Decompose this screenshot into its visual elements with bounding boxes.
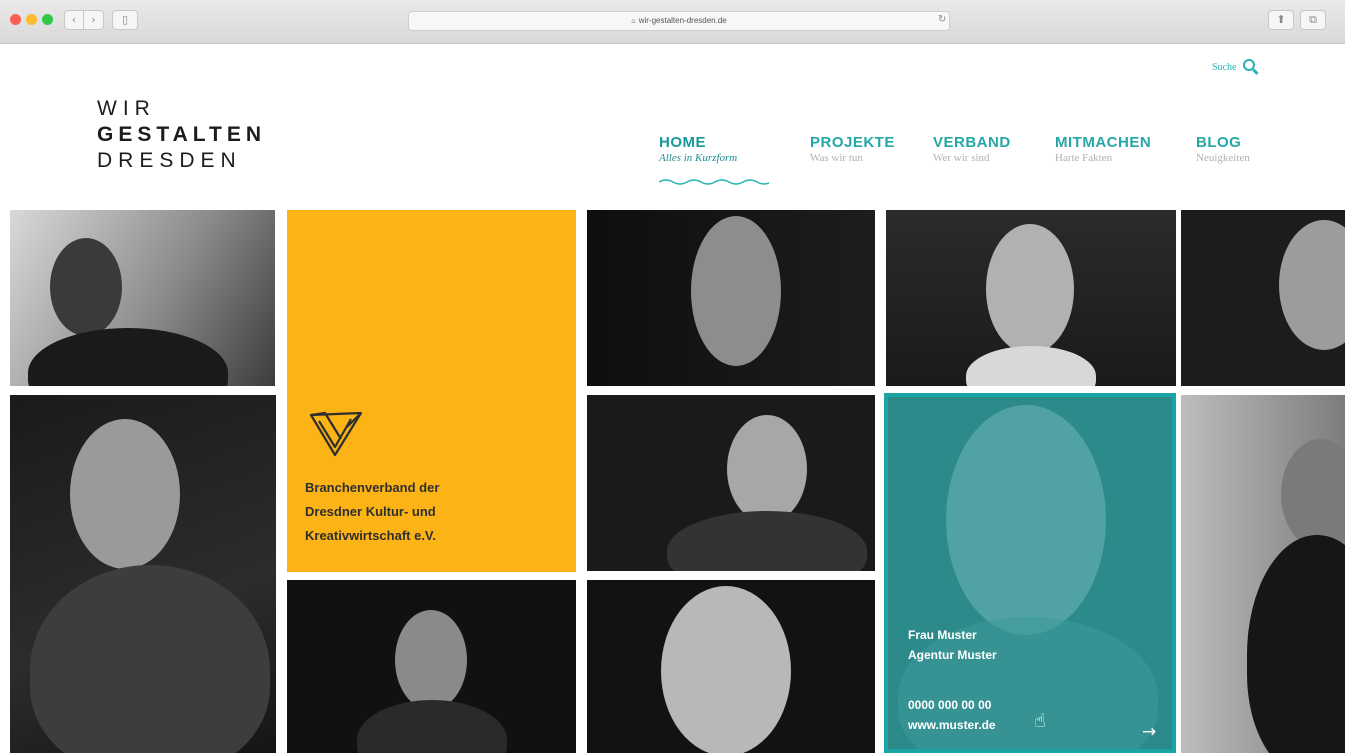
tabs-overview-icon[interactable]: ⧉ [1300, 10, 1326, 30]
nav-label: VERBAND [933, 134, 1011, 151]
portrait-tile[interactable] [1181, 210, 1345, 386]
contact-name: Frau Muster [908, 628, 977, 642]
portrait-head [50, 238, 122, 336]
search-label: Suche [1212, 62, 1237, 73]
contact-phone[interactable]: 0000 000 00 00 [908, 695, 996, 715]
portrait-body [667, 511, 867, 571]
portrait-head [986, 224, 1074, 354]
nav-label: MITMACHEN [1055, 134, 1152, 151]
nav-item-mitmachen[interactable]: MITMACHEN Harte Fakten [1055, 134, 1151, 164]
nav-sublabel: Wer wir sind [933, 152, 990, 164]
portrait-head [1279, 220, 1345, 350]
portrait-head [691, 216, 781, 366]
nav-item-blog[interactable]: BLOG Neuigkeiten [1196, 134, 1250, 164]
url-text: wir-gestalten-dresden.de [638, 16, 727, 25]
portrait-tile[interactable] [1181, 395, 1345, 753]
forward-icon[interactable]: › [84, 10, 104, 30]
association-line: Dresdner Kultur- und [305, 504, 436, 519]
zoom-window-button[interactable] [42, 14, 53, 25]
address-bar[interactable]: ⌂ wir-gestalten-dresden.de [408, 11, 950, 31]
close-window-button[interactable] [10, 14, 21, 25]
search-link[interactable]: Suche [1212, 59, 1255, 73]
nav-sublabel: Alles in Kurzform [659, 152, 738, 164]
association-line: Kreativwirtschaft e.V. [305, 528, 437, 543]
nav-label: BLOG [1196, 134, 1242, 151]
back-icon[interactable]: ‹ [64, 10, 84, 30]
lock-icon: ⌂ [631, 17, 636, 25]
portrait-head [661, 586, 791, 753]
contact-website[interactable]: www.muster.de [908, 715, 996, 735]
minimize-window-button[interactable] [26, 14, 37, 25]
hand-cursor-icon: ☝ [1034, 710, 1046, 732]
contact-person: Frau Muster Agentur Muster [908, 625, 997, 665]
contact-tile[interactable]: Frau Muster Agentur Muster 0000 000 00 0… [884, 393, 1176, 753]
portrait-body [30, 565, 270, 753]
search-icon [1242, 59, 1255, 71]
reload-icon[interactable]: ↻ [938, 14, 946, 25]
portrait-body [966, 346, 1096, 386]
portrait-tile[interactable] [587, 210, 875, 386]
nav-item-verband[interactable]: VERBAND Wer wir sind [933, 134, 1011, 164]
portrait-head [70, 419, 180, 569]
portrait-tile[interactable] [587, 395, 875, 571]
portrait-tile[interactable] [886, 210, 1176, 386]
arrow-right-icon[interactable]: → [1142, 722, 1156, 742]
site-logo[interactable]: WIR GESTALTEN DRESDEN [97, 96, 266, 174]
portrait-body [1247, 535, 1345, 753]
share-icon[interactable]: ⬆ [1268, 10, 1294, 30]
portrait-head [727, 415, 807, 523]
nav-item-projekte[interactable]: PROJEKTE Was wir tun [810, 134, 895, 164]
active-wave-underline [659, 179, 769, 185]
logo-line-2: GESTALTEN [97, 123, 267, 146]
nav-item-home[interactable]: HOME Alles in Kurzform [659, 134, 769, 185]
logo-line-1: WIR [97, 97, 156, 120]
association-tile[interactable]: Branchenverband der Dresdner Kultur- und… [287, 210, 576, 572]
portrait-tile[interactable] [10, 395, 276, 753]
contact-details: 0000 000 00 00 www.muster.de [908, 695, 996, 735]
nav-label: PROJEKTE [810, 134, 895, 151]
browser-toolbar: ‹ › ▯ ⌂ wir-gestalten-dresden.de ↻ ⬆ ⧉ [0, 0, 1345, 44]
portrait-body [28, 328, 228, 386]
contact-company: Agentur Muster [908, 648, 997, 662]
portrait-body [357, 700, 507, 753]
association-line: Branchenverband der [305, 480, 440, 495]
portrait-tile[interactable] [287, 580, 576, 753]
portrait-head [946, 405, 1106, 635]
nav-sublabel: Was wir tun [810, 152, 863, 164]
sidebar-toggle-icon[interactable]: ▯ [112, 10, 138, 30]
association-description: Branchenverband der Dresdner Kultur- und… [305, 476, 565, 548]
nav-sublabel: Harte Fakten [1055, 152, 1113, 164]
portrait-tile[interactable] [10, 210, 275, 386]
nav-label: HOME [659, 134, 706, 151]
portrait-tile[interactable] [587, 580, 875, 753]
portrait-head [395, 610, 467, 710]
portrait-head [1281, 439, 1345, 549]
site-header: WIR GESTALTEN DRESDEN Suche HOME Alles i… [0, 44, 1345, 208]
logo-line-3: DRESDEN [97, 149, 242, 172]
ribbon-logo-icon [309, 411, 363, 457]
nav-sublabel: Neuigkeiten [1196, 152, 1250, 164]
